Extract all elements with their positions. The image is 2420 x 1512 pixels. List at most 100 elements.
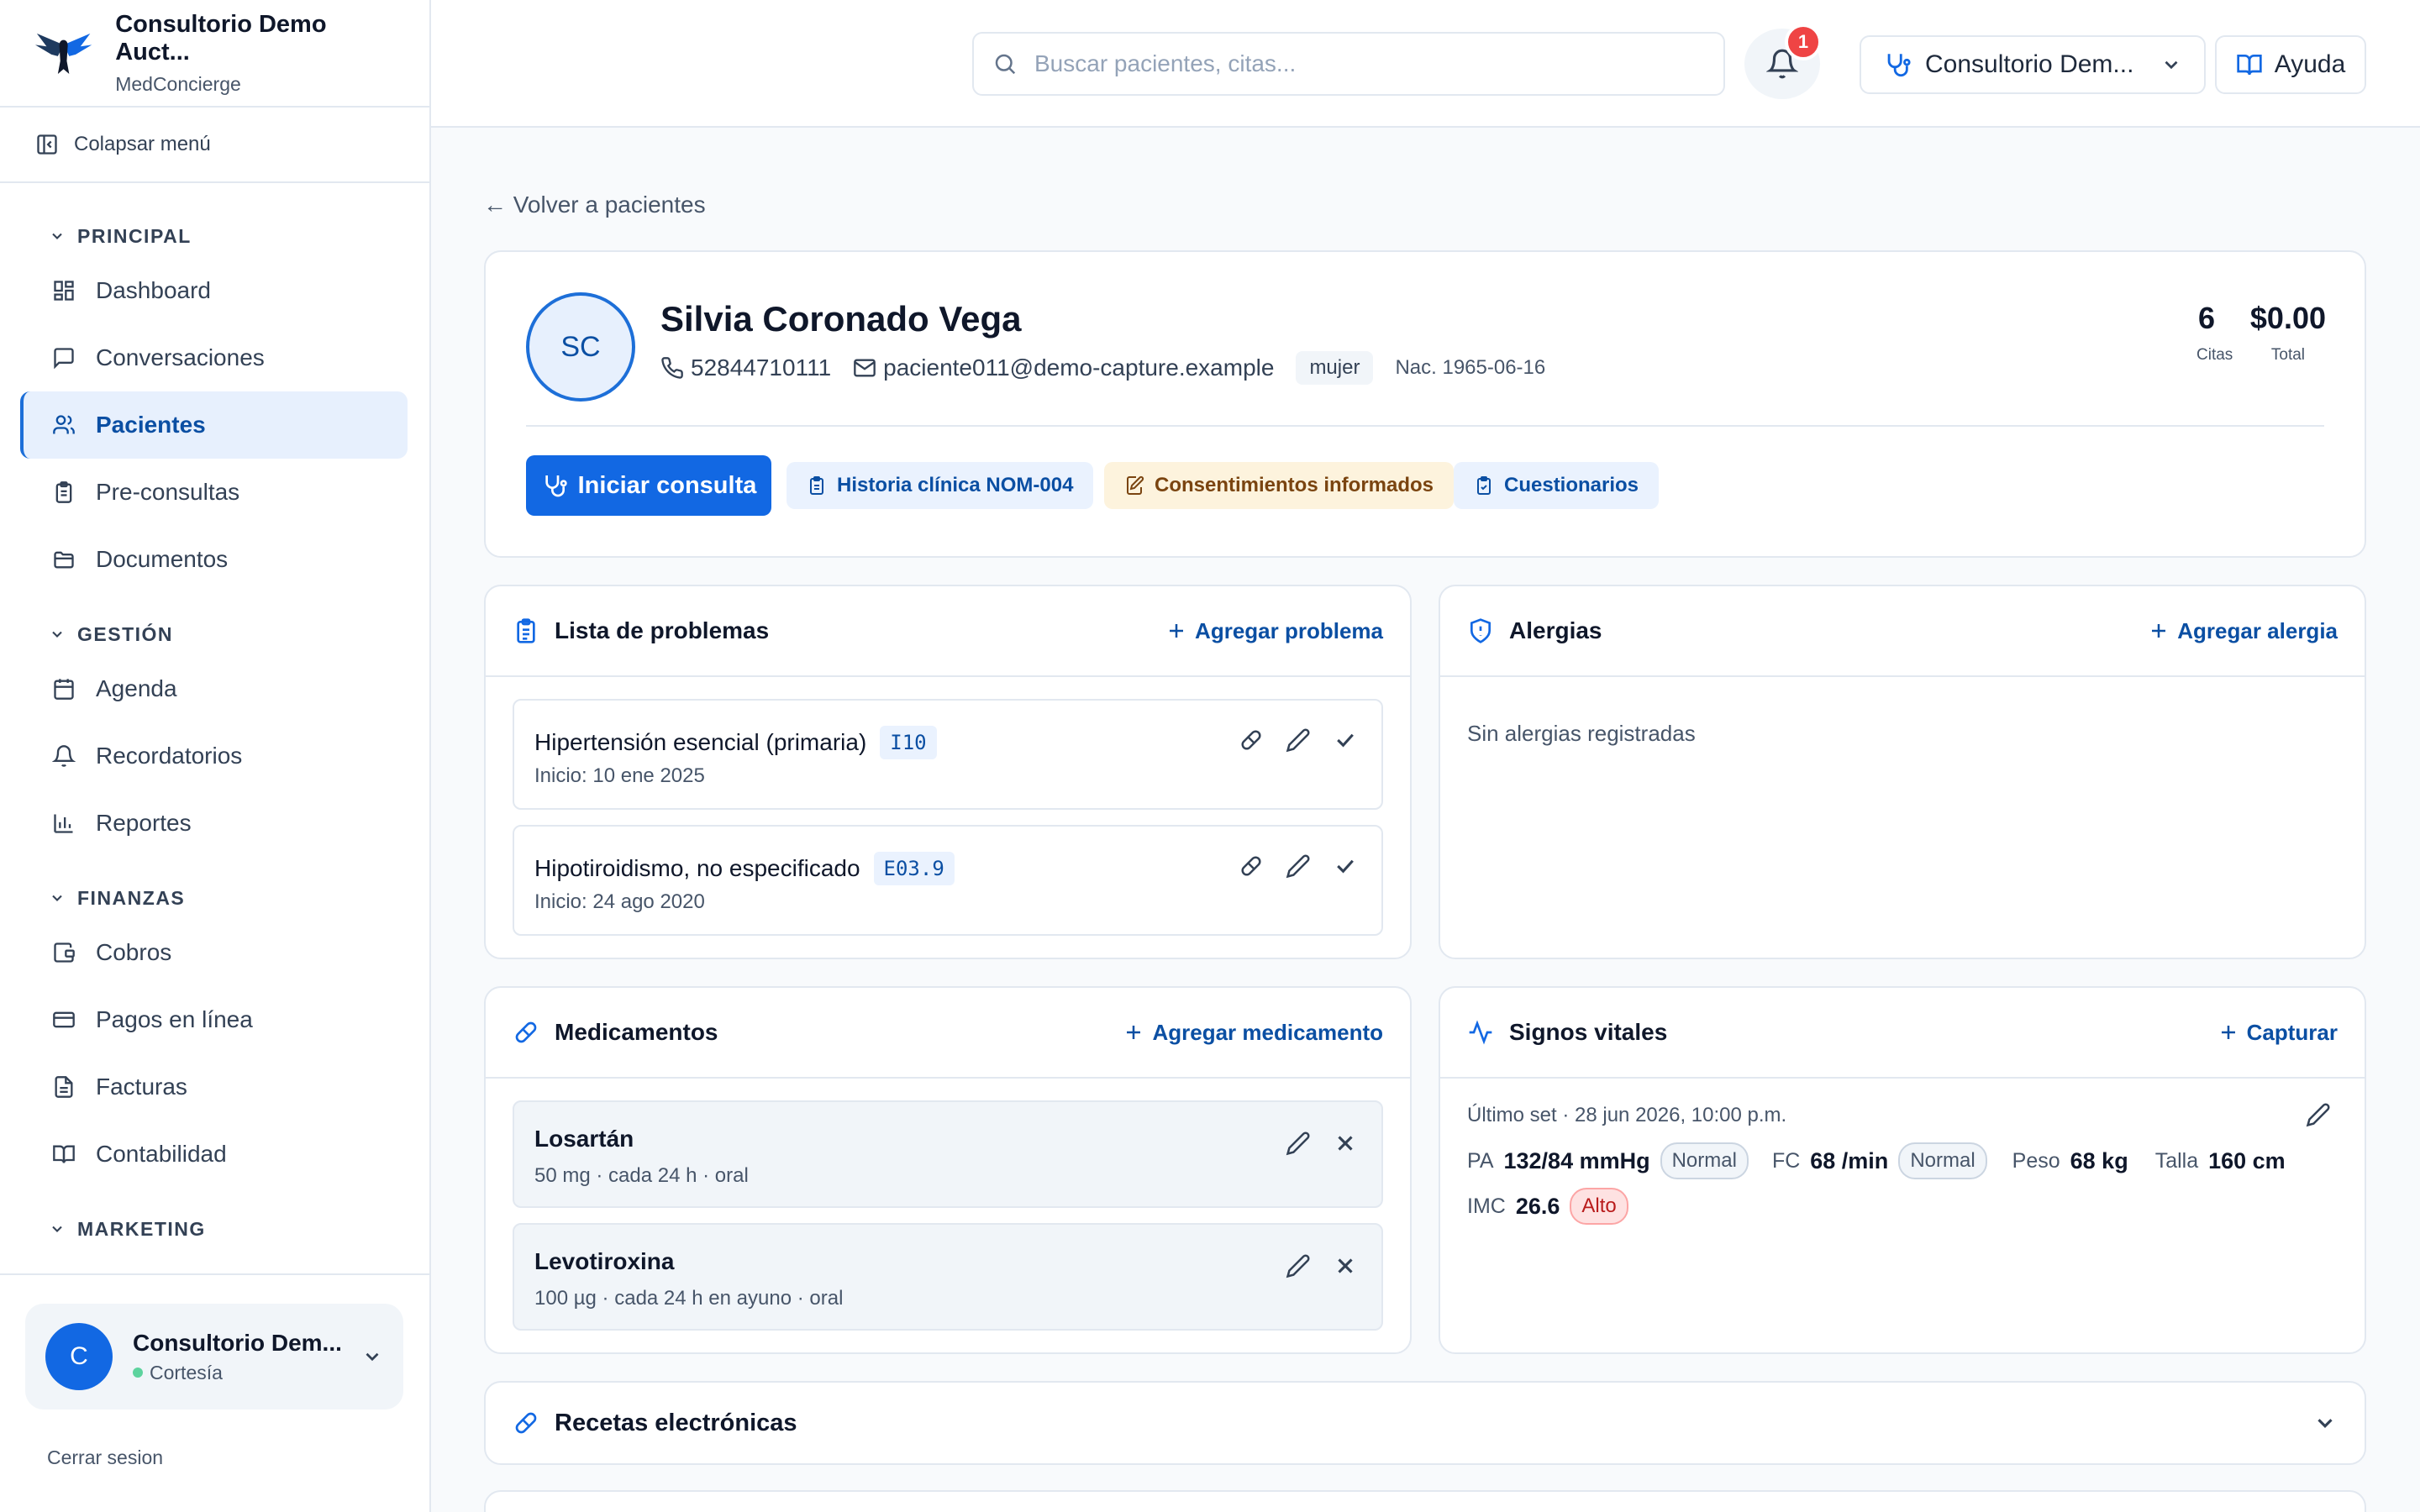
questionnaires-label: Cuestionarios [1504,474,1639,496]
problem-name: Hipertensión esencial (primaria) [534,729,867,755]
sidebar-item-pacientes[interactable]: Pacientes [20,391,408,459]
sidebar-item-label: Documentos [96,546,229,572]
vital-label: FC [1771,1148,1801,1173]
start-consultation-button[interactable]: Iniciar consulta [526,455,771,516]
patient-sex-chip: mujer [1296,351,1374,385]
section-principal[interactable]: PRINCIPAL [0,215,429,257]
problem-item[interactable]: Hipotiroidismo, no especificado E03.9 In… [513,825,1383,936]
sidebar-item-recordatorios[interactable]: Recordatorios [20,722,408,790]
sidebar: Consultorio Demo Auct... MedConcierge Co… [0,0,431,1512]
header-divider [526,425,2324,427]
sidebar-item-label: Pacientes [96,412,206,438]
clinical-history-button[interactable]: Historia clínica NOM-004 [786,462,1094,509]
allergies-card-header: Alergias Agregar alergia [1440,586,2365,677]
plus-icon [2221,1026,2235,1039]
sidebar-item-cobros[interactable]: Cobros [20,919,408,986]
icd-code: I10 [880,726,937,759]
sidebar-item-dashboard[interactable]: Dashboard [20,257,408,324]
section-label: FINANZAS [77,886,186,909]
add-allergy-button[interactable]: Agregar alergia [2149,618,2338,644]
check-icon[interactable] [1333,853,1358,879]
check-icon[interactable] [1333,727,1358,753]
clinic-selector[interactable]: Consultorio Dem... [1860,35,2206,94]
add-medication-button[interactable]: Agregar medicamento [1123,1020,1383,1046]
section-gestion[interactable]: GESTIÓN [0,613,429,655]
folder-icon [54,551,74,569]
medications-card-header: Medicamentos Agregar medicamento [486,988,1410,1079]
logout-link[interactable]: Cerrar sesion [47,1446,163,1469]
pill-icon [515,1412,537,1434]
search-icon [995,54,1016,75]
close-icon[interactable] [1333,1253,1358,1278]
sidebar-item-label: Contabilidad [96,1141,227,1167]
chevron-down-icon [52,233,62,239]
brand[interactable]: Consultorio Demo Auct... MedConcierge [0,0,429,108]
pencil-icon[interactable] [1286,853,1311,879]
stethoscope-icon [544,475,567,497]
pill-icon[interactable] [1239,727,1264,753]
medication-name: Levotiroxina [534,1248,675,1274]
close-icon[interactable] [1333,1131,1358,1156]
sidebar-item-contabilidad[interactable]: Contabilidad [20,1121,408,1188]
help-button[interactable]: Ayuda [2215,35,2366,94]
pill-icon[interactable] [1239,853,1264,879]
sidebar-item-label: Agenda [96,675,177,701]
clinical-history-label: Historia clínica NOM-004 [837,474,1074,496]
patient-contact: 52844710111 paciente011@demo-capture.exa… [660,351,1545,385]
sidebar-item-reportes[interactable]: Reportes [20,790,408,857]
sidebar-item-label: Conversaciones [96,344,265,370]
problem-item[interactable]: Hipertensión esencial (primaria) I10 Ini… [513,699,1383,810]
consents-button[interactable]: Consentimientos informados [1104,462,1455,509]
questionnaires-button[interactable]: Cuestionarios [1454,462,1660,509]
stat-value: 6 [2197,301,2216,335]
chevron-down-icon [2165,60,2178,70]
search-input[interactable] [1034,50,1673,77]
pencil-icon[interactable] [1286,727,1311,753]
pencil-icon[interactable] [1286,1131,1311,1156]
sidebar-item-pagos-en-linea[interactable]: Pagos en línea [20,986,408,1053]
collapse-menu-button[interactable]: Colapsar menú [0,108,429,183]
search-box[interactable] [972,32,1725,96]
sidebar-item-label: Facturas [96,1074,187,1100]
medication-item[interactable]: Levotiroxina 100 µg · cada 24 h en ayuno… [513,1223,1383,1331]
sidebar-item-facturas[interactable]: Facturas [20,1053,408,1121]
medication-actions [1286,1131,1358,1156]
medications-title: Medicamentos [555,1019,718,1045]
section-finanzas[interactable]: FINANZAS [0,877,429,919]
clipboard-list-icon [517,618,535,643]
add-allergy-label: Agregar alergia [2177,617,2338,643]
consents-label: Consentimientos informados [1155,474,1434,496]
medication-item[interactable]: Losartán 50 mg · cada 24 h · oral [513,1100,1383,1208]
pencil-icon[interactable] [1286,1253,1311,1278]
patient-email: paciente011@demo-capture.example [883,354,1275,381]
sidebar-item-documentos[interactable]: Documentos [20,526,408,593]
chevron-down-icon[interactable] [2312,1410,2338,1436]
prescriptions-card[interactable]: Recetas electrónicas [484,1381,2366,1465]
pencil-icon[interactable] [2306,1102,2331,1127]
sidebar-item-agenda[interactable]: Agenda [20,655,408,722]
section-marketing[interactable]: MARKETING [0,1208,429,1250]
book-icon [53,1145,75,1163]
invoice-icon [55,1076,73,1098]
back-to-patients-link[interactable]: ← Volver a pacientes [483,192,706,218]
capture-vitals-button[interactable]: Capturar [2218,1020,2338,1046]
plus-icon [1127,1026,1141,1039]
add-problem-button[interactable]: Agregar problema [1166,618,1383,644]
app-name: Consultorio Demo Auct... [115,10,327,66]
add-medication-label: Agregar medicamento [1152,1019,1383,1045]
topbar: 1 Consultorio Dem... Ayuda [431,0,2420,128]
chevron-down-icon [366,1352,379,1362]
wallet-icon [54,942,75,963]
problem-since: Inicio: 24 ago 2020 [534,890,705,913]
section-label: GESTIÓN [77,622,174,645]
sidebar-item-pre-consultas[interactable]: Pre-consultas [20,459,408,526]
sidebar-item-label: Reportes [96,810,192,836]
account-switcher[interactable]: C Consultorio Dem... Cortesía [25,1304,403,1410]
sidebar-item-conversaciones[interactable]: Conversaciones [20,324,408,391]
stat-label: Total [2270,346,2306,364]
account-name: Consultorio Dem... [133,1329,342,1356]
sidebar-collapse-icon [37,134,57,155]
vital-value: 26.6 [1515,1193,1560,1219]
problem-actions [1239,853,1358,879]
vital-value: 68 /min [1810,1147,1889,1173]
